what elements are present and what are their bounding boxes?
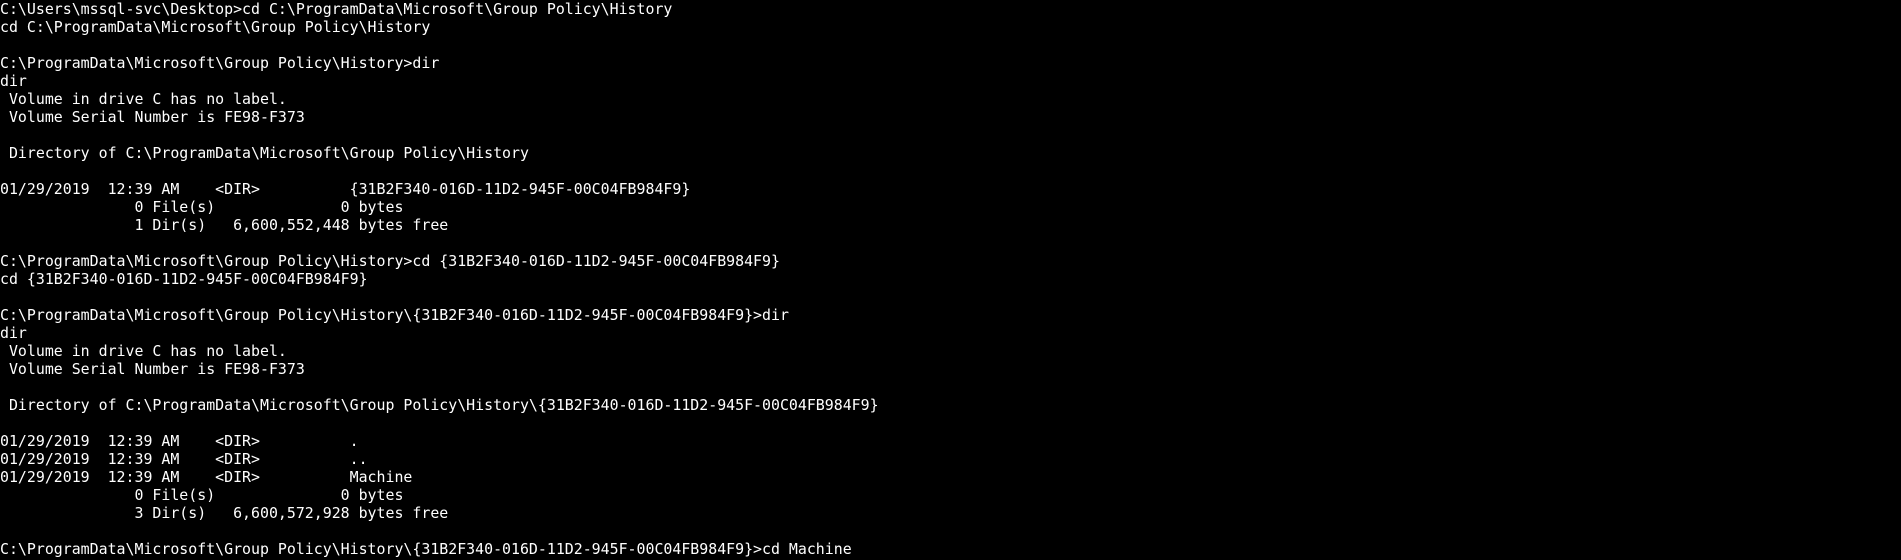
terminal-prompt-line[interactable]: C:\ProgramData\Microsoft\Group Policy\Hi… <box>0 540 1901 558</box>
terminal-line: dir <box>0 72 27 90</box>
terminal-line: dir <box>0 324 27 342</box>
terminal-line: Directory of C:\ProgramData\Microsoft\Gr… <box>0 396 879 414</box>
terminal-line: Volume Serial Number is FE98-F373 <box>0 108 305 126</box>
terminal-line: C:\ProgramData\Microsoft\Group Policy\Hi… <box>0 54 440 72</box>
terminal-line: cd {31B2F340-016D-11D2-945F-00C04FB984F9… <box>0 270 368 288</box>
terminal-line: 0 File(s) 0 bytes <box>0 486 404 504</box>
terminal-line: cd C:\ProgramData\Microsoft\Group Policy… <box>0 18 431 36</box>
terminal-window[interactable]: C:\Users\mssql-svc\Desktop>cd C:\Program… <box>0 0 1901 560</box>
terminal-line: 01/29/2019 12:39 AM <DIR> . <box>0 432 359 450</box>
terminal-line: 01/29/2019 12:39 AM <DIR> {31B2F340-016D… <box>0 180 691 198</box>
terminal-line: C:\ProgramData\Microsoft\Group Policy\Hi… <box>0 252 780 270</box>
terminal-line: 0 File(s) 0 bytes <box>0 198 404 216</box>
terminal-line: 1 Dir(s) 6,600,552,448 bytes free <box>0 216 449 234</box>
terminal-line: Volume in drive C has no label. <box>0 342 287 360</box>
terminal-line: 01/29/2019 12:39 AM <DIR> Machine <box>0 468 413 486</box>
terminal-line: 3 Dir(s) 6,600,572,928 bytes free <box>0 504 449 522</box>
terminal-line: Volume Serial Number is FE98-F373 <box>0 360 305 378</box>
terminal-line: C:\Users\mssql-svc\Desktop>cd C:\Program… <box>0 0 673 18</box>
terminal-line: Directory of C:\ProgramData\Microsoft\Gr… <box>0 144 529 162</box>
terminal-line: Volume in drive C has no label. <box>0 90 287 108</box>
terminal-line: 01/29/2019 12:39 AM <DIR> .. <box>0 450 368 468</box>
terminal-line: C:\ProgramData\Microsoft\Group Policy\Hi… <box>0 306 789 324</box>
